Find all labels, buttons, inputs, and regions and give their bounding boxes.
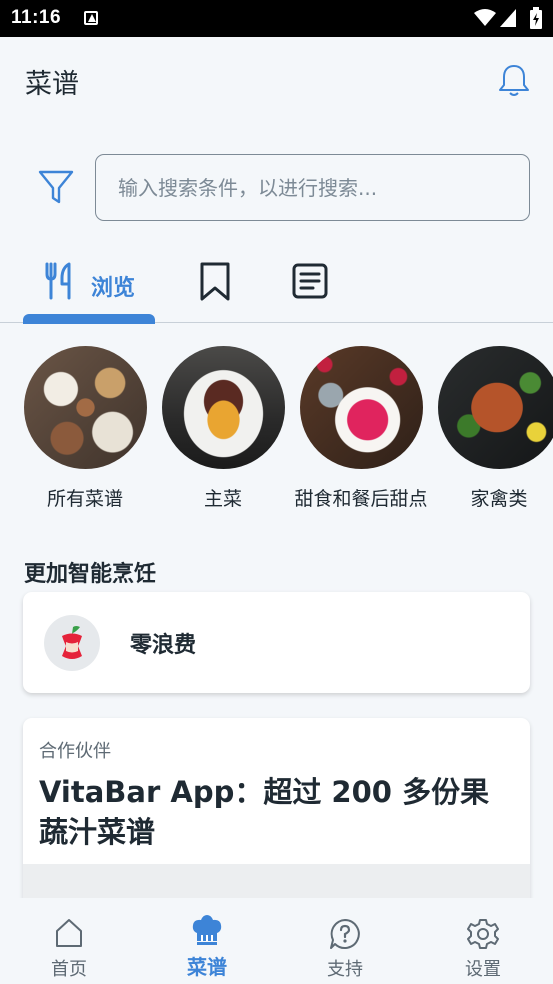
tab-active-indicator xyxy=(23,314,155,324)
zero-waste-title: 零浪费 xyxy=(130,633,197,658)
section-title: 更加智能烹饪 xyxy=(24,562,157,587)
partner-kicker: 合作伙伴 xyxy=(39,741,111,762)
status-bar: 11:16 xyxy=(0,0,553,37)
signal-icon xyxy=(500,9,516,27)
zero-waste-card[interactable]: 零浪费 xyxy=(23,592,530,693)
chef-hat-icon xyxy=(192,915,222,945)
bell-icon[interactable] xyxy=(496,62,532,98)
wifi-icon xyxy=(474,9,496,26)
search-input[interactable] xyxy=(96,155,529,220)
nav-recipes[interactable]: 菜谱 xyxy=(138,898,276,984)
nav-settings[interactable]: 设置 xyxy=(414,898,552,984)
bookmark-icon xyxy=(200,262,230,301)
nav-settings-label: 设置 xyxy=(465,959,501,980)
tab-bar: 浏览 xyxy=(0,250,553,324)
category-image xyxy=(161,346,285,469)
nav-recipes-label: 菜谱 xyxy=(187,955,227,979)
nav-home-label: 首页 xyxy=(51,959,87,980)
category-image xyxy=(299,346,423,469)
tab-bookmarks[interactable] xyxy=(190,250,240,323)
bottom-navigation: 首页 菜谱 支持 设置 xyxy=(0,898,553,984)
category-poultry[interactable]: 家禽类 xyxy=(429,346,553,513)
help-icon xyxy=(330,919,360,949)
page-title: 菜谱 xyxy=(25,69,79,100)
status-time: 11:16 xyxy=(11,7,62,28)
fork-knife-icon xyxy=(45,262,71,300)
apple-core-icon xyxy=(62,626,82,659)
category-image xyxy=(23,346,147,469)
partner-headline: VitaBar App：超过 200 多份果蔬汁菜谱 xyxy=(39,775,490,849)
category-main-dishes[interactable]: 主菜 xyxy=(153,346,293,513)
category-image xyxy=(437,346,553,469)
filter-icon[interactable] xyxy=(36,166,76,206)
nav-home[interactable]: 首页 xyxy=(0,898,138,984)
category-desserts[interactable]: 甜食和餐后甜点 xyxy=(291,346,431,513)
tab-browse-label: 浏览 xyxy=(91,276,136,301)
nav-support[interactable]: 支持 xyxy=(276,898,414,984)
partner-card[interactable]: 合作伙伴 VitaBar App：超过 200 多份果蔬汁菜谱 xyxy=(23,718,530,908)
category-label: 家禽类 xyxy=(470,488,528,510)
category-label: 所有菜谱 xyxy=(46,488,123,510)
home-icon xyxy=(56,919,82,947)
notification-icon xyxy=(84,11,98,25)
gear-icon xyxy=(467,919,499,949)
nav-support-label: 支持 xyxy=(327,959,363,980)
category-label: 甜食和餐后甜点 xyxy=(294,488,428,510)
zero-waste-icon-circle xyxy=(44,615,100,671)
battery-icon xyxy=(530,7,542,29)
search-field[interactable] xyxy=(95,154,530,221)
category-all-recipes[interactable]: 所有菜谱 xyxy=(15,346,155,513)
category-label: 主菜 xyxy=(203,488,242,510)
tab-browse[interactable]: 浏览 xyxy=(23,250,155,324)
tab-list[interactable] xyxy=(285,250,335,323)
list-document-icon xyxy=(292,263,328,299)
category-carousel[interactable]: 所有菜谱 主菜 甜食和餐后甜点 家禽类 xyxy=(0,346,553,546)
